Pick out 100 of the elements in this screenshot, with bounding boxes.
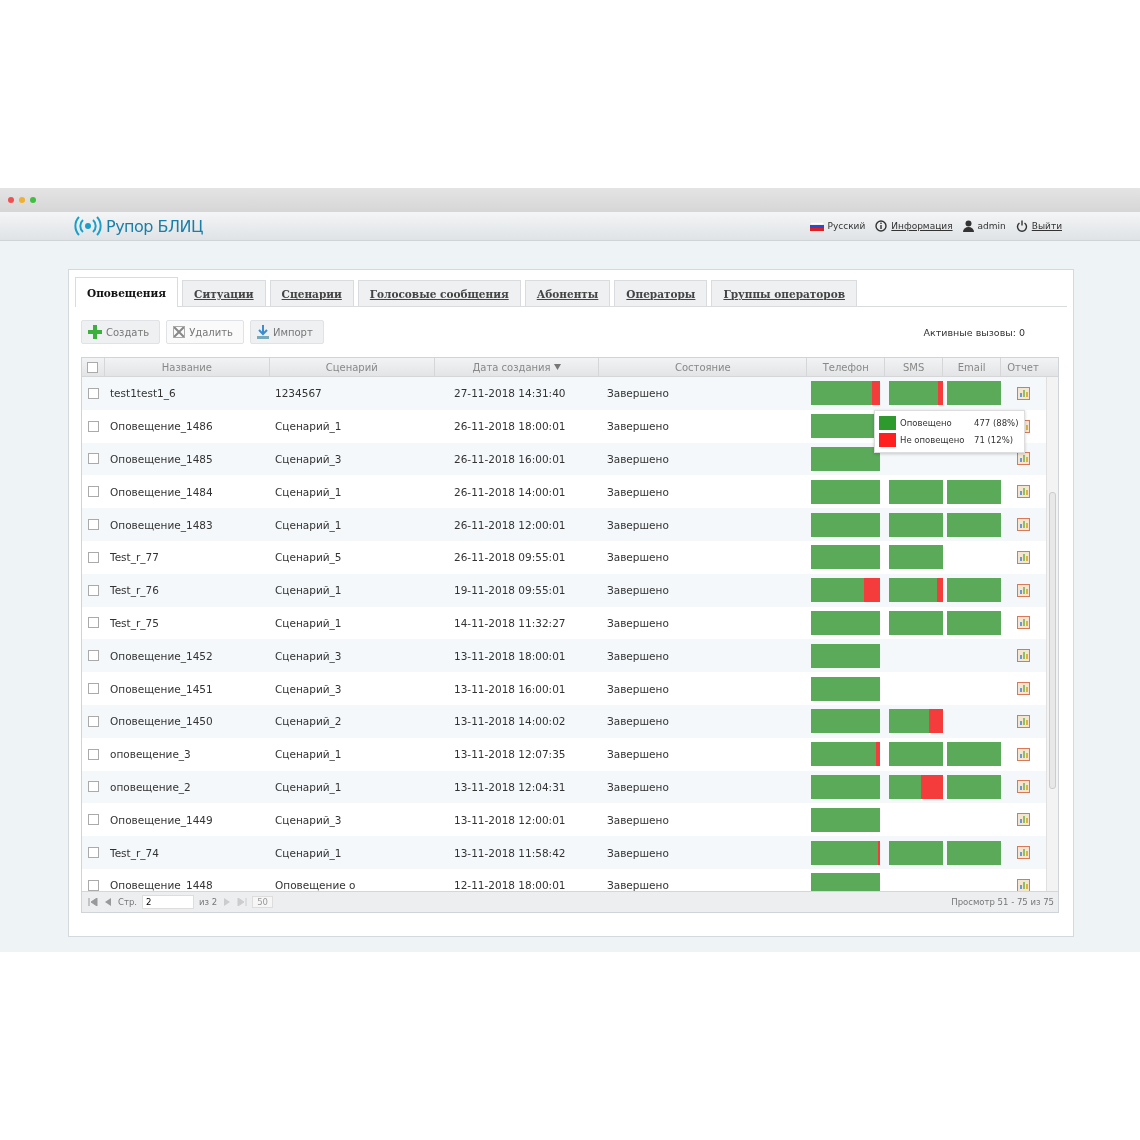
row-checkbox[interactable] [87,519,99,531]
table-cell-text: 13-11-2018 11:58:42 [453,845,567,861]
report-icon[interactable] [1017,747,1030,761]
import-button[interactable]: Импорт [249,320,324,344]
select-all-checkbox[interactable] [87,361,99,373]
table-cell-text: Завершено [606,615,670,631]
language-selector[interactable]: Русский [827,221,866,231]
last-page-icon[interactable] [237,898,248,906]
first-page-icon[interactable] [88,898,98,906]
tab[interactable]: Оповещения [75,277,179,307]
report-icon[interactable] [1017,583,1030,597]
row-checkbox[interactable] [87,387,99,399]
table-cell-text: 13-11-2018 18:00:01 [453,648,567,664]
previous-page-icon[interactable] [103,898,113,906]
report-icon[interactable] [1017,714,1030,728]
row-checkbox[interactable] [87,584,99,596]
report-icon[interactable] [1017,649,1030,663]
page-field[interactable]: 2 [142,895,194,909]
report-icon[interactable] [1017,518,1030,532]
report-icon[interactable] [1017,452,1030,466]
delivery-bar [947,381,1001,406]
report-icon[interactable] [1017,846,1030,860]
report-icon[interactable] [1017,550,1030,564]
vertical-scrollbar[interactable] [1046,377,1058,891]
tab[interactable]: Операторы [614,280,708,306]
table-cell-text: 13-11-2018 14:00:02 [453,714,567,730]
tab[interactable]: Ситуации [182,280,266,306]
delivery-bar [889,742,943,767]
table-cell-text: test1test1_6 [109,386,177,402]
logout-link[interactable]: Выйти [1031,221,1062,231]
report-icon[interactable] [1017,682,1030,696]
delivery-bar [811,807,880,832]
delivery-bar [811,545,880,570]
delivery-bar [889,774,943,799]
delivery-bar [811,610,880,635]
minimize-dot-icon[interactable] [19,197,25,203]
table-cell-text: Сценарий_3 [274,648,343,665]
table-cell-text: Test_r_74 [109,845,160,862]
tab[interactable]: Сценарии [269,280,354,306]
row-checkbox[interactable] [87,847,99,859]
flag-icon [809,221,824,231]
column-header[interactable]: Дата создания [433,358,599,376]
table-cell-text: Сценарий_3 [274,812,343,829]
page-size-select[interactable]: 50 [252,896,273,908]
column-header[interactable]: Отчет [1000,358,1045,376]
row-checkbox[interactable] [87,748,99,760]
row-checkbox[interactable] [87,781,99,793]
tab[interactable]: Абоненты [524,280,611,306]
info-link[interactable]: Информация [891,221,953,231]
report-icon[interactable] [1017,780,1030,794]
delivery-bar [947,840,1001,865]
column-header[interactable]: Название [104,358,269,376]
table-cell-text: Завершено [606,648,670,664]
column-header[interactable]: SMS [884,358,943,376]
power-icon [1015,220,1028,232]
row-checkbox[interactable] [87,420,99,432]
scroll-thumb[interactable] [1049,492,1056,789]
report-icon[interactable] [1017,386,1030,400]
column-header[interactable]: Состояние [598,358,807,376]
row-checkbox[interactable] [87,683,99,695]
row-checkbox[interactable] [87,650,99,662]
report-icon[interactable] [1017,878,1030,891]
tab[interactable]: Группы операторов [711,280,857,306]
row-checkbox[interactable] [87,617,99,629]
table-cell-text: Завершено [606,747,670,763]
legend-label: Оповещено [900,417,953,428]
column-header[interactable]: Телефон [806,358,885,376]
plus-icon [88,325,102,339]
maximize-dot-icon[interactable] [30,197,36,203]
row-checkbox[interactable] [87,453,99,465]
table-cell-text: Завершено [606,681,670,697]
table-cell-text: 26-11-2018 09:55:01 [453,550,567,566]
row-checkbox[interactable] [87,879,99,891]
row-checkbox[interactable] [87,486,99,498]
delivery-bar [947,774,1001,799]
delete-button[interactable]: Удалить [166,320,244,344]
report-icon[interactable] [1017,813,1030,827]
report-icon[interactable] [1017,485,1030,499]
report-icon[interactable] [1017,616,1030,630]
table-cell-text: Завершено [606,878,670,891]
row-checkbox[interactable] [87,715,99,727]
column-header[interactable]: Сценарий [268,358,434,376]
legend-value: 71 (12%) [974,434,1014,445]
row-checkbox[interactable] [87,814,99,826]
row-checkbox[interactable] [87,551,99,563]
delivery-bar [889,578,943,603]
sort-arrow-icon [553,364,561,370]
table-cell-text: Завершено [606,386,670,402]
table-cell-text: Завершено [606,779,670,795]
column-header[interactable]: Email [942,358,1001,376]
delivery-bar [811,742,880,767]
table-cell-text: Оповещение_1484 [109,484,214,501]
delivery-bar [811,643,880,668]
tab[interactable]: Голосовые сообщения [357,280,521,306]
delivery-bar [811,709,880,734]
delivery-bar [889,709,943,734]
create-button[interactable]: Создать [81,320,161,344]
table-cell-text: 1234567 [274,386,323,402]
close-dot-icon[interactable] [8,197,14,203]
table-cell-text: Завершено [606,812,670,828]
